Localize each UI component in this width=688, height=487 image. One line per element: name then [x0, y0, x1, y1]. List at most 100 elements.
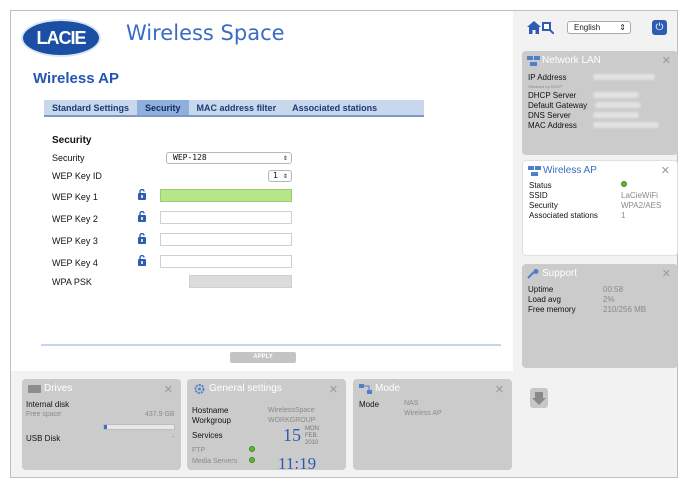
dhcp-server-value [593, 92, 639, 98]
product-title: Wireless Space [126, 21, 285, 45]
media-status-icon [249, 457, 255, 463]
mode-value-wireless-ap: Wireless AP [404, 410, 442, 417]
close-icon[interactable]: ✕ [661, 164, 670, 177]
uptime-value: 00:58 [603, 285, 624, 294]
close-icon[interactable]: ✕ [662, 267, 671, 280]
usb-disk-label: USB Disk [26, 434, 61, 443]
page-title: Wireless AP [33, 70, 120, 87]
mode-icon [359, 384, 372, 394]
load-avg-label: Load avg [528, 295, 561, 304]
select-arrows-icon: ⇕ [283, 153, 288, 162]
mac-address-value [593, 122, 659, 128]
tab-associated-stations[interactable]: Associated stations [284, 100, 385, 115]
panel-title: Drives [44, 383, 73, 394]
dns-server-value [593, 112, 639, 118]
network-lan-panel: Network LAN ✕ IP Address Obtained by DHC… [522, 51, 678, 155]
language-select[interactable]: English ⇕ [567, 21, 631, 34]
wep-key-2-input[interactable] [160, 211, 292, 224]
wep-key-id-label: WEP Key ID [52, 171, 102, 181]
select-arrows-icon: ⇕ [283, 171, 288, 180]
uptime-label: Uptime [528, 285, 554, 294]
security-label: Security [52, 153, 85, 163]
security-select-value: WEP-128 [173, 153, 207, 162]
media-servers-label: Media Servers [192, 458, 238, 465]
free-memory-value: 210/256 MB [603, 305, 647, 314]
wep-key-1-input[interactable] [160, 189, 292, 202]
close-icon[interactable]: ✕ [164, 383, 173, 396]
security-value: WPA2/AES [621, 201, 662, 210]
support-panel: Support ✕ Uptime 00:58 Load avg 2% Free … [522, 264, 678, 368]
obtained-by-dhcp: Obtained by DHCP [528, 84, 563, 89]
tab-mac-address-filter[interactable]: MAC address filter [189, 100, 285, 115]
date-weekday: MON [305, 426, 319, 432]
hostname-label: Hostname [192, 406, 229, 415]
usb-disk-value: - [172, 434, 175, 441]
main-panel: LACIE Wireless Space Wireless AP Standar… [11, 11, 513, 371]
scroll-down-button[interactable] [530, 388, 548, 408]
associated-stations-value: 1 [621, 211, 626, 220]
free-memory-label: Free memory [528, 305, 576, 314]
select-arrows-icon: ⇕ [619, 23, 626, 32]
drive-icon [28, 385, 41, 393]
ip-address-value [593, 74, 655, 80]
default-gateway-label: Default Gateway [528, 101, 588, 110]
wep-key-1-label: WEP Key 1 [52, 192, 98, 202]
home-icon[interactable] [527, 21, 541, 34]
security-label: Security [529, 201, 558, 210]
workgroup-value: WORKGROUP [268, 417, 316, 424]
load-avg-value: 2% [603, 295, 615, 304]
gear-icon [194, 384, 205, 394]
wep-key-3-input[interactable] [160, 233, 292, 246]
divider [41, 344, 501, 346]
dhcp-server-label: DHCP Server [528, 91, 577, 100]
default-gateway-value [595, 102, 641, 108]
security-select[interactable]: WEP-128 ⇕ [166, 152, 292, 164]
date-month: FEB. [305, 433, 319, 439]
workgroup-label: Workgroup [192, 416, 231, 425]
disk-usage-fill [104, 425, 107, 429]
wep-key-3-label: WEP Key 3 [52, 236, 98, 246]
panel-title: Wireless AP [543, 165, 597, 176]
panel-title: Support [542, 268, 578, 279]
mode-label: Mode [359, 400, 380, 409]
close-icon[interactable]: ✕ [495, 383, 504, 396]
wpa-psk-input [189, 275, 292, 288]
mode-widget: Mode ✕ [353, 379, 512, 470]
lock-icon[interactable] [137, 233, 147, 244]
form-heading: Security [52, 135, 92, 146]
mode-value-nas: NAS [404, 400, 419, 407]
search-icon[interactable] [542, 21, 554, 34]
arrow-down-icon [532, 392, 546, 405]
hostname-value: WirelessSpace [268, 407, 315, 414]
disk-usage-bar [103, 424, 175, 430]
tab-standard-settings[interactable]: Standard Settings [44, 100, 137, 115]
wep-key-id-value: 1 [273, 171, 278, 180]
lock-icon[interactable] [137, 189, 147, 200]
panel-title: Mode [375, 383, 401, 394]
panel-title: Network LAN [542, 55, 601, 66]
close-icon[interactable]: ✕ [662, 54, 671, 67]
ssid-value: LaCieWiFi [621, 191, 658, 200]
status-label: Status [529, 181, 552, 190]
lock-icon[interactable] [137, 211, 147, 222]
panel-title: General settings [209, 383, 282, 394]
wep-key-2-label: WEP Key 2 [52, 214, 98, 224]
wep-key-4-input[interactable] [160, 255, 292, 268]
associated-stations-label: Associated stations [529, 211, 598, 220]
tab-bar: Standard Settings Security MAC address f… [44, 100, 424, 117]
network-icon [528, 166, 541, 176]
close-icon[interactable]: ✕ [329, 383, 338, 396]
status-ok-icon [621, 181, 627, 187]
power-icon[interactable]: ⏻ [652, 20, 667, 35]
lock-icon[interactable] [137, 255, 147, 266]
apply-button[interactable]: APPLY [230, 352, 296, 363]
ssid-label: SSID [529, 191, 548, 200]
mac-address-label: MAC Address [528, 121, 577, 130]
wpa-psk-label: WPA PSK [52, 277, 92, 287]
wep-key-id-select[interactable]: 1 ⇕ [268, 170, 292, 182]
internal-disk-label: Internal disk [26, 400, 70, 409]
tab-security[interactable]: Security [137, 100, 189, 115]
network-icon [527, 56, 540, 66]
wrench-icon [527, 269, 539, 279]
date-year: 2010 [305, 440, 319, 446]
